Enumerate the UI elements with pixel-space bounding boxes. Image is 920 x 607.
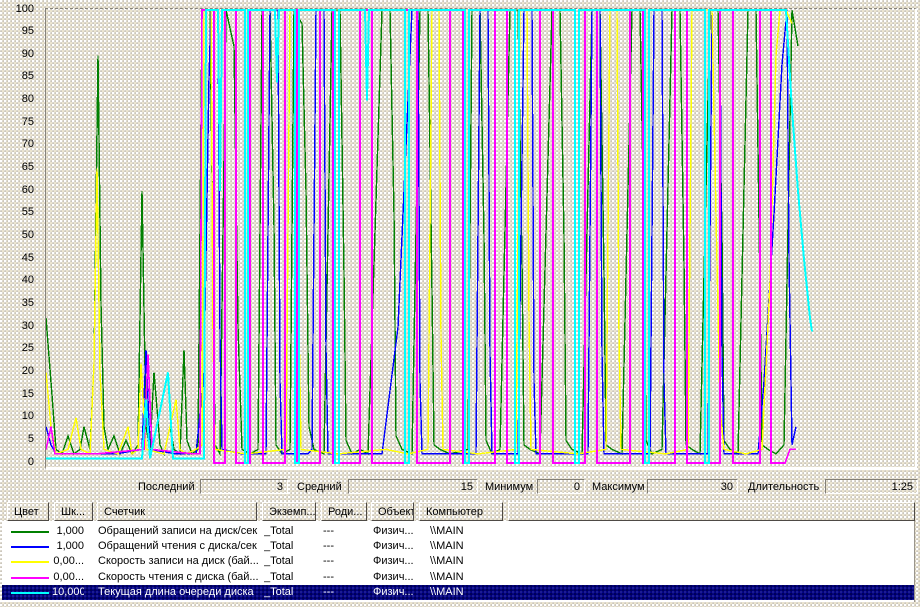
stat-value-average: 15: [348, 479, 478, 494]
stat-label-last: Последний: [138, 481, 195, 494]
column-header-counter[interactable]: Счетчик: [97, 502, 257, 521]
counter-color-swatch: [11, 531, 49, 533]
y-axis-label: 0: [0, 456, 34, 469]
counter-instance: _Total: [264, 554, 320, 569]
counter-computer: \\MAIN: [430, 524, 550, 539]
legend-rows: 1,000 Обращений записи на диск/сек _Tota…: [2, 521, 915, 602]
stat-label-maximum: Максимум: [592, 481, 645, 494]
column-header-scale[interactable]: Шк...: [54, 502, 93, 521]
counter-object: Физич...: [373, 554, 421, 569]
y-axis-label: 100: [0, 3, 34, 16]
column-header-parent[interactable]: Роди...: [321, 502, 367, 521]
stat-label-duration: Длительность: [748, 481, 819, 494]
y-axis-label: 40: [0, 274, 34, 287]
counter-instance: _Total: [264, 524, 320, 539]
series-line: [46, 10, 798, 454]
counter-color-swatch: [11, 546, 49, 548]
y-axis-label: 90: [0, 48, 34, 61]
y-axis-label: 50: [0, 229, 34, 242]
y-axis-label: 35: [0, 297, 34, 310]
y-axis-label: 60: [0, 184, 34, 197]
counter-name: Обращений записи на диск/сек: [98, 524, 262, 539]
counter-computer: \\MAIN: [430, 539, 550, 554]
counter-parent: ---: [323, 539, 369, 554]
counter-scale: 10,000: [52, 585, 84, 600]
legend-row[interactable]: 0,00... Скорость чтения с диска (бай... …: [2, 570, 914, 585]
counter-computer: \\MAIN: [430, 585, 550, 600]
y-axis-label: 15: [0, 388, 34, 401]
counter-color-cell: [11, 585, 51, 600]
y-axis-label: 65: [0, 161, 34, 174]
counter-scale: 0,00...: [52, 554, 84, 569]
y-axis-label: 20: [0, 365, 34, 378]
y-axis-label: 10: [0, 410, 34, 423]
counter-computer: \\MAIN: [430, 554, 550, 569]
stat-value-last: 3: [200, 479, 288, 494]
counter-object: Физич...: [373, 570, 421, 585]
legend-row[interactable]: 1,000 Обращений чтения с диска/сек _Tota…: [2, 539, 914, 554]
counter-object: Физич...: [373, 539, 421, 554]
y-axis-label: 45: [0, 252, 34, 265]
counter-parent: ---: [323, 585, 369, 600]
counter-color-swatch: [11, 577, 49, 579]
stat-value-duration: 1:25: [825, 479, 918, 494]
column-header-filler: [508, 502, 915, 521]
chart-svg: [46, 9, 915, 467]
counter-instance: _Total: [264, 539, 320, 554]
counter-name: Скорость записи на диск (бай...: [98, 554, 262, 569]
performance-monitor-window: 1009590858075706560555045403530252015105…: [0, 0, 920, 607]
counter-scale: 1,000: [52, 524, 84, 539]
legend-row[interactable]: 0,00... Скорость записи на диск (бай... …: [2, 554, 914, 569]
counter-name: Обращений чтения с диска/сек: [98, 539, 262, 554]
y-axis-label: 95: [0, 25, 34, 38]
counter-parent: ---: [323, 554, 369, 569]
legend-row[interactable]: 1,000 Обращений записи на диск/сек _Tota…: [2, 524, 914, 539]
y-axis-label: 55: [0, 206, 34, 219]
stat-label-average: Средний: [297, 481, 342, 494]
counter-color-cell: [11, 524, 51, 539]
stat-label-minimum: Минимум: [485, 481, 533, 494]
counter-color-cell: [11, 570, 51, 585]
y-axis-label: 70: [0, 138, 34, 151]
counter-name: Текущая длина очереди диска: [98, 585, 262, 600]
counter-parent: ---: [323, 570, 369, 585]
counter-name: Скорость чтения с диска (бай...: [98, 570, 262, 585]
chart-plot-area: [45, 8, 917, 470]
column-header-computer[interactable]: Компьютер: [419, 502, 503, 521]
stat-value-maximum: 30: [647, 479, 738, 494]
counter-color-cell: [11, 539, 51, 554]
y-axis-label: 75: [0, 116, 34, 129]
column-header-instance[interactable]: Экземп...: [262, 502, 316, 521]
column-header-object[interactable]: Объект: [371, 502, 414, 521]
counter-scale: 0,00...: [52, 570, 84, 585]
counter-instance: _Total: [264, 585, 320, 600]
counter-color-swatch: [11, 561, 49, 563]
counter-computer: \\MAIN: [430, 570, 550, 585]
value-bar: Последний 3 Средний 15 Минимум 0 Максиму…: [0, 478, 920, 496]
y-axis-label: 30: [0, 320, 34, 333]
y-axis-label: 85: [0, 70, 34, 83]
y-axis-label: 5: [0, 433, 34, 446]
counter-instance: _Total: [264, 570, 320, 585]
y-axis-label: 25: [0, 342, 34, 355]
y-axis-label: 80: [0, 93, 34, 106]
column-header-color[interactable]: Цвет: [7, 502, 49, 521]
counter-object: Физич...: [373, 585, 421, 600]
legend-row[interactable]: 10,000 Текущая длина очереди диска _Tota…: [2, 585, 914, 600]
counter-scale: 1,000: [52, 539, 84, 554]
y-axis: 1009590858075706560555045403530252015105…: [0, 0, 40, 472]
legend-header: Цвет Шк...Счетчик Экземп... Роди...Объект Ко…: [0, 502, 920, 521]
stat-value-minimum: 0: [537, 479, 585, 494]
counter-parent: ---: [323, 524, 369, 539]
counter-color-swatch: [11, 592, 49, 594]
counter-color-cell: [11, 554, 51, 569]
counter-object: Физич...: [373, 524, 421, 539]
